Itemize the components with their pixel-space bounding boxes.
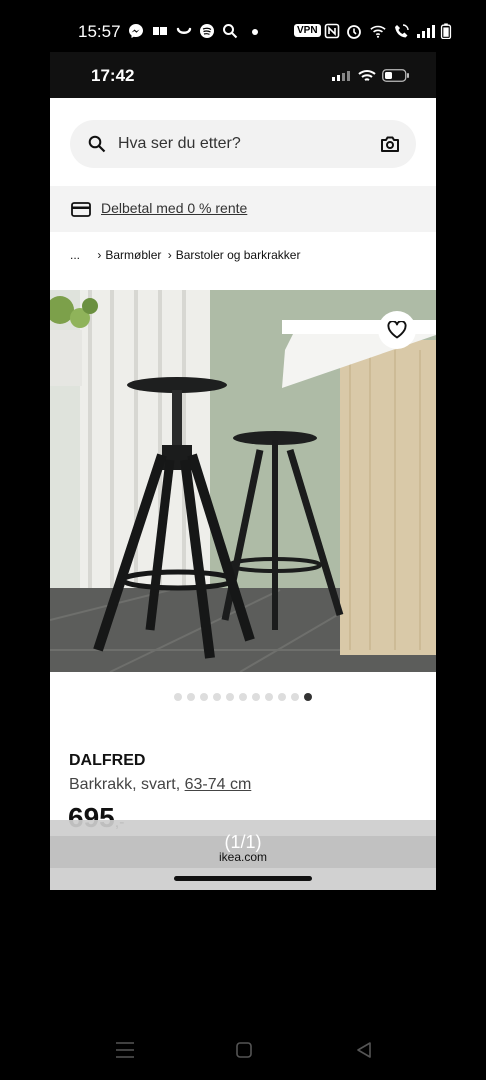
cards-icon: [153, 27, 167, 35]
wifi-call-icon: [395, 24, 409, 38]
product-description: Barkrakk, svart, 63-74 cm: [69, 776, 251, 794]
alarm-icon: [347, 25, 361, 39]
image-carousel-indicator: [50, 688, 436, 701]
wifi-icon: [358, 70, 376, 81]
spotify-icon: [200, 24, 214, 38]
payment-banner-link[interactable]: Delbetal med 0 % rente: [101, 200, 247, 216]
product-name[interactable]: DALFRED: [69, 752, 145, 770]
product-image[interactable]: [50, 290, 436, 672]
carousel-dot[interactable]: [174, 693, 182, 701]
browser-domain[interactable]: ikea.com: [50, 850, 436, 864]
carousel-dot[interactable]: [278, 693, 286, 701]
carousel-dot[interactable]: [304, 693, 312, 701]
carousel-dot[interactable]: [239, 693, 247, 701]
inner-status-bar: 17:42: [50, 52, 436, 98]
carousel-dot[interactable]: [265, 693, 273, 701]
search-icon: [88, 135, 106, 153]
phone-screen: 17:42 Hva ser du etter? Delbetal med 0 %…: [50, 52, 436, 890]
carousel-dot[interactable]: [252, 693, 260, 701]
carousel-dot[interactable]: [291, 693, 299, 701]
camera-icon[interactable]: [380, 135, 400, 153]
chevron-right-icon: ›: [97, 248, 102, 262]
favorite-button[interactable]: [378, 311, 416, 349]
messenger-icon: [129, 24, 143, 38]
carousel-dot[interactable]: [213, 693, 221, 701]
inner-clock: 17:42: [91, 66, 135, 85]
carousel-dot[interactable]: [200, 693, 208, 701]
wifi-icon: [370, 25, 386, 38]
search-placeholder[interactable]: Hva ser du etter?: [118, 135, 241, 153]
heart-icon: [387, 321, 407, 339]
device-nav-bar: [0, 1020, 486, 1080]
breadcrumb-item-barstoler[interactable]: Barstoler og barkrakker: [176, 248, 301, 262]
smile-icon: [176, 27, 192, 34]
vpn-badge: VPN: [294, 24, 321, 37]
home-indicator[interactable]: [174, 876, 312, 881]
breadcrumb-item-barmobler[interactable]: Barmøbler: [105, 248, 161, 262]
carousel-dot[interactable]: [226, 693, 234, 701]
product-size-link[interactable]: 63-74 cm: [185, 776, 252, 793]
product-type: Barkrakk, svart,: [69, 776, 181, 793]
search-bar[interactable]: Hva ser du etter?: [70, 120, 416, 168]
menu-icon[interactable]: [116, 1042, 134, 1058]
battery-icon: [440, 23, 452, 39]
carousel-dot[interactable]: [187, 693, 195, 701]
signal-icon: [332, 71, 350, 81]
battery-icon: [382, 69, 409, 82]
device-status-bar: 15:57 VPN: [0, 0, 486, 60]
signal-icon: [417, 25, 435, 38]
product-photo: [50, 290, 436, 672]
home-icon[interactable]: [236, 1042, 252, 1058]
payment-banner[interactable]: Delbetal med 0 % rente: [50, 186, 436, 232]
credit-card-icon: [71, 202, 91, 217]
dot-icon: [252, 29, 258, 35]
chevron-right-icon: ›: [167, 248, 172, 262]
device-clock: 15:57: [78, 22, 121, 41]
breadcrumb-ellipsis[interactable]: ...: [70, 248, 80, 262]
search-icon: [223, 24, 238, 39]
nfc-icon: [324, 23, 340, 39]
back-icon[interactable]: [356, 1042, 372, 1058]
breadcrumb: ... › Barmøbler › Barstoler og barkrakker: [70, 248, 300, 262]
